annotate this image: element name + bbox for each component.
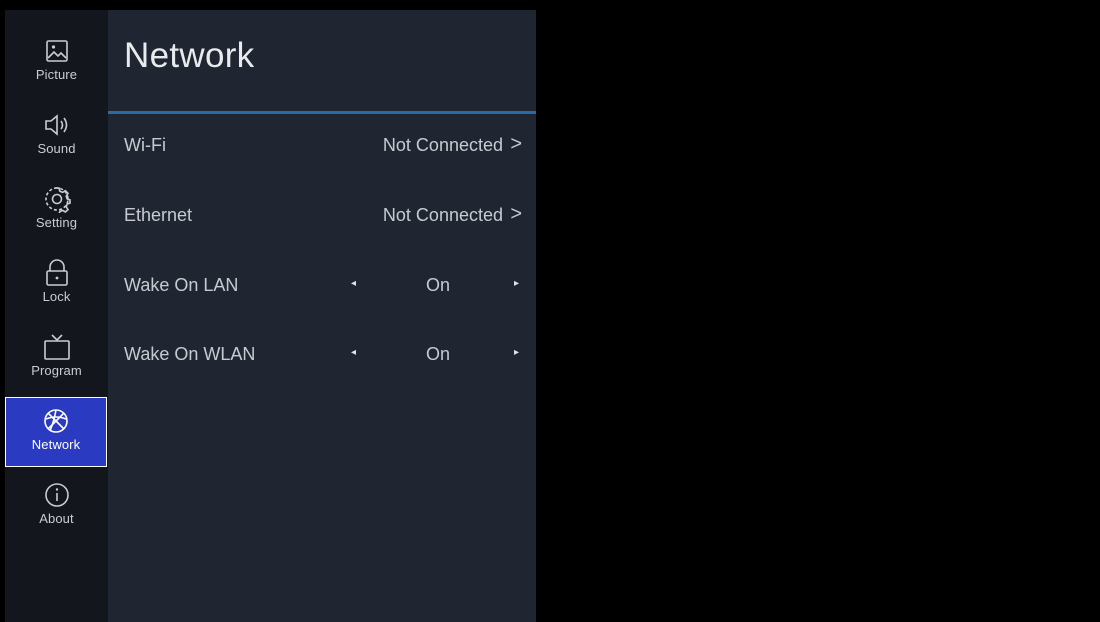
rail-item-program[interactable]: Program [5,324,108,394]
rail-item-lock[interactable]: Lock [5,250,108,320]
rail-item-picture[interactable]: Picture [5,28,108,98]
gear-icon [40,182,74,216]
arrow-right-icon[interactable]: ▸ [514,278,519,289]
rail-item-label: Picture [35,67,78,82]
title-divider [108,111,536,114]
row-value: Not Connected [382,135,503,155]
rail-item-network[interactable]: Network [5,397,107,467]
row-value: Not Connected [382,205,503,225]
row-label: Ethernet [124,205,193,225]
rail-item-label: Setting [35,215,78,230]
arrow-left-icon[interactable]: ◂ [351,347,356,358]
picture-icon [40,34,74,68]
network-settings-panel: Network Wi-Fi Not Connected > Ethernet N… [108,10,536,622]
globe-icon [39,404,73,438]
rail-item-setting[interactable]: Setting [5,176,108,246]
chevron-right-icon: > [510,133,522,155]
rail-item-label: Lock [42,289,71,304]
rail-item-label: Program [31,363,82,378]
wifi-row[interactable]: Wi-Fi Not Connected > [108,117,536,177]
wake-on-lan-row[interactable]: Wake On LAN ◂ On ▸ [108,257,536,317]
lock-icon [40,256,74,290]
arrow-left-icon[interactable]: ◂ [351,278,356,289]
settings-category-rail: Picture Sound Setting Lock Program Netwo… [5,10,108,622]
row-label: Wake On WLAN [124,344,256,364]
tv-icon [40,330,74,364]
tv-screen: Picture Sound Setting Lock Program Netwo… [0,0,1100,622]
rail-item-label: About [39,511,74,526]
row-value: On [425,344,450,364]
rail-item-sound[interactable]: Sound [5,102,108,172]
page-title: Network [124,36,255,75]
row-label: Wake On LAN [124,275,239,295]
row-value: On [425,275,450,295]
ethernet-row[interactable]: Ethernet Not Connected > [108,187,536,247]
info-icon [40,478,74,512]
speaker-icon [40,108,74,142]
chevron-right-icon: > [510,203,522,225]
rail-item-label: Network [31,437,81,452]
rail-item-about[interactable]: About [5,472,108,542]
arrow-right-icon[interactable]: ▸ [514,347,519,358]
rail-item-label: Sound [37,141,76,156]
row-label: Wi-Fi [124,135,166,155]
wake-on-wlan-row[interactable]: Wake On WLAN ◂ On ▸ [108,326,536,386]
